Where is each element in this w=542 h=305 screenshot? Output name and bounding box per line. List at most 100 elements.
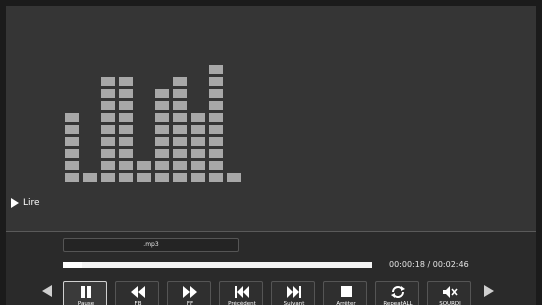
equalizer-cell [209,149,223,158]
equalizer-cell [191,173,205,182]
time-total: 00:02:46 [432,260,469,269]
equalizer-cell [119,101,133,110]
equalizer-cell [173,89,187,98]
equalizer-cell [173,125,187,134]
equalizer-cell [191,149,205,158]
fb-button-label: FB [134,301,142,305]
equalizer-cell [137,173,151,182]
equalizer-cell [83,173,97,182]
prev-button-label: Précédent [228,301,256,305]
repeat-button[interactable]: RepeatALL [375,281,419,305]
stop-icon [324,285,368,299]
control-bar: .mp3 00:00:18 / 00:02:46 Pause FB FF Précéd… [6,231,536,305]
equalizer-cell [191,113,205,122]
equalizer-cell [101,89,115,98]
equalizer-cell [155,125,169,134]
equalizer-cell [209,161,223,170]
prev-button[interactable]: Précédent [219,281,263,305]
equalizer-cell [209,173,223,182]
equalizer-cell [209,113,223,122]
equalizer-cell [209,125,223,134]
media-player-screen: Lire .mp3 00:00:18 / 00:02:46 Pause FB FF P… [6,6,536,305]
equalizer-cell [65,173,79,182]
equalizer-visualizer [6,6,536,231]
equalizer-cell [119,89,133,98]
mute-button[interactable]: SOURDI [427,281,471,305]
time-display: 00:00:18 / 00:02:46 [389,260,469,269]
equalizer-cell [119,113,133,122]
equalizer-cell [65,113,79,122]
fast-backward-icon [116,285,160,299]
ff-button-label: FF [186,301,194,305]
fb-button[interactable]: FB [115,281,159,305]
equalizer-cell [209,77,223,86]
equalizer-cell [173,113,187,122]
equalizer-cell [155,113,169,122]
next-button[interactable]: Suivant [271,281,315,305]
equalizer-cell [119,161,133,170]
equalizer-cell [209,65,223,74]
equalizer-cell [101,113,115,122]
fast-forward-icon [168,285,212,299]
equalizer-cell [209,89,223,98]
pause-icon [64,285,108,299]
repeat-button-label: RepeatALL [383,301,413,305]
equalizer-cell [119,125,133,134]
equalizer-cell [65,137,79,146]
equalizer-cell [101,149,115,158]
equalizer-cell [173,101,187,110]
pause-button[interactable]: Pause [63,281,107,305]
equalizer-cell [227,173,241,182]
previous-track-icon [220,285,264,299]
equalizer-cell [137,161,151,170]
equalizer-cell [173,149,187,158]
equalizer-cell [65,149,79,158]
equalizer-cell [119,173,133,182]
equalizer-cell [101,101,115,110]
next-button-label: Suivant [283,301,305,305]
equalizer-cell [209,137,223,146]
equalizer-cell [191,125,205,134]
equalizer-cell [155,161,169,170]
nav-left-arrow-icon[interactable] [42,285,52,297]
time-current: 00:00:18 [389,260,425,269]
equalizer-cell [101,173,115,182]
equalizer-cell [155,89,169,98]
stop-button[interactable]: Arrêter [323,281,367,305]
mute-button-label: SOURDI [439,301,461,305]
equalizer-cell [101,161,115,170]
equalizer-cell [155,173,169,182]
equalizer-cell [173,173,187,182]
equalizer-cell [101,137,115,146]
play-icon [11,198,19,208]
filename-display: .mp3 [63,238,239,252]
equalizer-cell [119,137,133,146]
ff-button[interactable]: FF [167,281,211,305]
time-separator: / [427,260,431,269]
transport-buttons: Pause FB FF Précédent Suivant Arrêter RepeatAL… [63,281,475,305]
equalizer-cell [119,77,133,86]
equalizer-cell [155,101,169,110]
equalizer-cell [119,149,133,158]
equalizer-cell [155,149,169,158]
equalizer-cell [101,125,115,134]
equalizer-cell [101,77,115,86]
repeat-icon [376,285,420,299]
progress-fill [63,262,82,268]
equalizer-cell [209,101,223,110]
equalizer-cell [65,161,79,170]
progress-bar[interactable] [63,262,372,268]
pause-button-label: Pause [77,301,95,305]
next-track-icon [272,285,316,299]
equalizer-cell [191,137,205,146]
play-status-label: Lire [23,198,40,208]
nav-right-arrow-icon[interactable] [484,285,494,297]
equalizer-cell [173,161,187,170]
visualizer-area: Lire [6,6,536,231]
equalizer-cell [155,137,169,146]
equalizer-cell [191,161,205,170]
mute-icon [428,285,472,299]
equalizer-cell [173,77,187,86]
equalizer-cell [65,125,79,134]
stop-button-label: Arrêter [336,301,356,305]
